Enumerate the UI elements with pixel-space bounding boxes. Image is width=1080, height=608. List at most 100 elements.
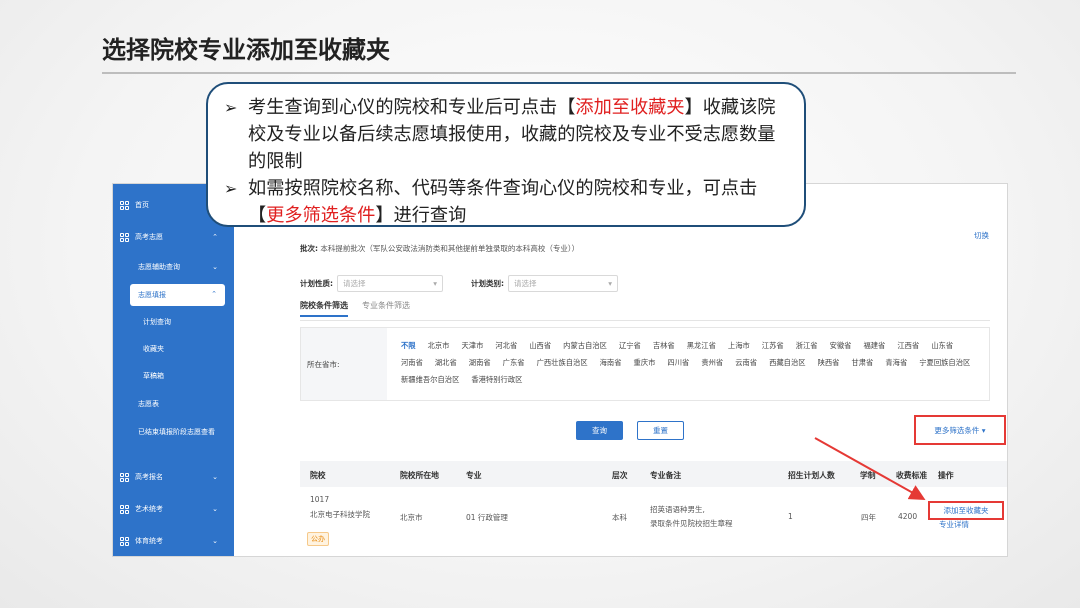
region-option[interactable]: 河南省 [401,354,423,371]
region-option[interactable]: 安徽省 [830,337,852,354]
region-option[interactable]: 重庆市 [634,354,656,371]
region-option[interactable]: 天津市 [461,337,483,354]
sidebar-item-ended[interactable]: 已结束填报阶段志愿查看 [113,426,234,452]
sidebar-item-favorites[interactable]: 收藏夹 [113,342,234,356]
sidebar-item-label: 已结束填报阶段志愿查看 [138,428,215,436]
sidebar-item-drafts[interactable]: 草稿箱 [113,369,234,383]
col-school: 院校 [310,471,326,480]
col-years: 学制 [860,471,876,480]
school-location: 北京市 [400,513,423,522]
tuition-fee: 4200 [898,512,918,521]
callout-highlight: 更多筛选条件 [266,205,376,226]
region-option[interactable]: 甘肃省 [851,354,873,371]
sidebar-item-art[interactable]: 艺术统考 ⌄ [113,502,234,516]
select-placeholder: 请选择 [343,279,366,288]
chevron-up-icon: ⌃ [212,233,218,241]
region-option[interactable]: 吉林省 [653,337,675,354]
region-option[interactable]: 广西壮族自治区 [537,354,588,371]
region-option[interactable]: 青海省 [885,354,907,371]
region-option[interactable]: 北京市 [428,337,450,354]
sidebar-item-label: 草稿箱 [143,372,164,380]
sidebar-item-aux[interactable]: 志愿辅助查询 ⌄ [113,260,234,274]
sidebar-item-label: 高考志愿 [135,233,163,241]
major-detail-link[interactable]: 专业详情 [939,519,969,530]
region-option[interactable]: 河北省 [495,337,517,354]
region-option[interactable]: 上海市 [728,337,750,354]
public-badge: 公办 [307,532,329,546]
tab-major-filter[interactable]: 专业条件筛选 [362,300,410,317]
region-option[interactable]: 湖北省 [435,354,457,371]
col-level: 层次 [612,471,628,480]
chevron-down-icon: ⌄ [212,505,218,513]
region-option[interactable]: 福建省 [863,337,885,354]
col-note: 专业备注 [650,471,682,480]
sidebar-item-label: 艺术统考 [135,505,163,513]
grid-icon [120,232,129,242]
major-note-line1: 招英语语种男生, [650,505,705,514]
major-note-line2: 录取条件见院校招生章程 [650,519,733,528]
plan-type-select[interactable]: 请选择 ▾ [508,275,618,292]
tab-school-filter[interactable]: 院校条件筛选 [300,300,348,317]
region-option[interactable]: 湖南省 [469,354,491,371]
plan-count: 1 [788,512,793,521]
more-filter-button[interactable]: 更多筛选条件 ▾ [914,415,1006,445]
sidebar-item-label: 收藏夹 [143,345,164,353]
region-option[interactable]: 山西省 [529,337,551,354]
region-option[interactable]: 广东省 [503,354,525,371]
region-option[interactable]: 新疆维吾尔自治区 [401,371,459,388]
sidebar-item-signup[interactable]: 高考报名 ⌄ [113,470,234,484]
region-option[interactable]: 宁夏回族自治区 [919,354,970,371]
add-to-favorites-button[interactable]: 添加至收藏夹 [928,501,1004,520]
level: 本科 [612,513,627,522]
col-plan: 招生计划人数 [788,471,835,480]
callout-text: 】进行查询 [375,205,467,226]
grid-icon [120,504,129,514]
plan-nature-select[interactable]: 请选择 ▾ [337,275,443,292]
region-label: 所在省市: [301,328,387,400]
arrow-bullet-icon: ➢ [224,179,238,198]
batch-label: 批次: [300,244,318,253]
region-option[interactable]: 江苏省 [762,337,784,354]
chevron-down-icon: ▾ [608,279,612,288]
tabs-divider [300,320,990,321]
sidebar-item-fill[interactable]: 志愿填报 ⌃ [130,284,225,306]
sidebar-item-label: 志愿表 [138,400,159,408]
region-option[interactable]: 海南省 [600,354,622,371]
grid-icon [120,472,129,482]
sidebar-item-label: 首页 [135,201,149,209]
switch-link[interactable]: 切换 [974,230,989,241]
region-option[interactable]: 内蒙古自治区 [563,337,607,354]
region-option[interactable]: 西藏自治区 [769,354,805,371]
sidebar-item-plan[interactable]: 计划查询 [113,315,234,329]
slide-title: 选择院校专业添加至收藏夹 [102,36,390,64]
major-name: 01 行政管理 [466,513,508,522]
query-button[interactable]: 查询 [576,421,623,440]
region-option[interactable]: 香港特别行政区 [471,371,522,388]
screenshot-panel: 首页 高考志愿 ⌃ 志愿辅助查询 ⌄ 志愿填报 ⌃ 计划查询 收藏夹 草稿箱 志… [112,183,1008,557]
table-row: 1017 北京电子科技学院 公办 北京市 01 行政管理 本科 招英语语种男生,… [300,490,1007,556]
region-option[interactable]: 江西省 [897,337,919,354]
chevron-down-icon: ▾ [433,279,437,288]
batch-value: 本科提前批次（军队公安政法消防类和其他提前单独录取的本科高校（专业）） [320,244,580,253]
region-option[interactable]: 四川省 [667,354,689,371]
callout-text-1: 考生查询到心仪的院校和专业后可点击【添加至收藏夹】收藏该院校及专业以备后续志愿填… [248,94,786,175]
region-option[interactable]: 不限 [401,337,416,354]
grid-icon [120,536,129,546]
region-option[interactable]: 云南省 [735,354,757,371]
col-fee: 收费标准 [896,471,928,480]
chevron-down-icon: ⌄ [212,537,218,545]
school-name: 北京电子科技学院 [310,510,370,519]
reset-button[interactable]: 重置 [637,421,684,440]
region-option[interactable]: 山东省 [931,337,953,354]
sidebar-item-table[interactable]: 志愿表 [113,397,234,411]
callout-bullet-1: ➢ 考生查询到心仪的院校和专业后可点击【添加至收藏夹】收藏该院校及专业以备后续志… [224,94,786,175]
batch-line: 批次: 本科提前批次（军队公安政法消防类和其他提前单独录取的本科高校（专业）） [300,243,579,254]
region-option[interactable]: 浙江省 [796,337,818,354]
region-option[interactable]: 黑龙江省 [687,337,716,354]
region-option[interactable]: 陕西省 [818,354,840,371]
sidebar-item-gaokao[interactable]: 高考志愿 ⌃ [113,230,234,244]
sidebar-item-sport[interactable]: 体育统考 ⌄ [113,534,234,548]
sidebar-item-label: 志愿辅助查询 [138,263,180,271]
region-option[interactable]: 辽宁省 [619,337,641,354]
region-option[interactable]: 贵州省 [701,354,723,371]
